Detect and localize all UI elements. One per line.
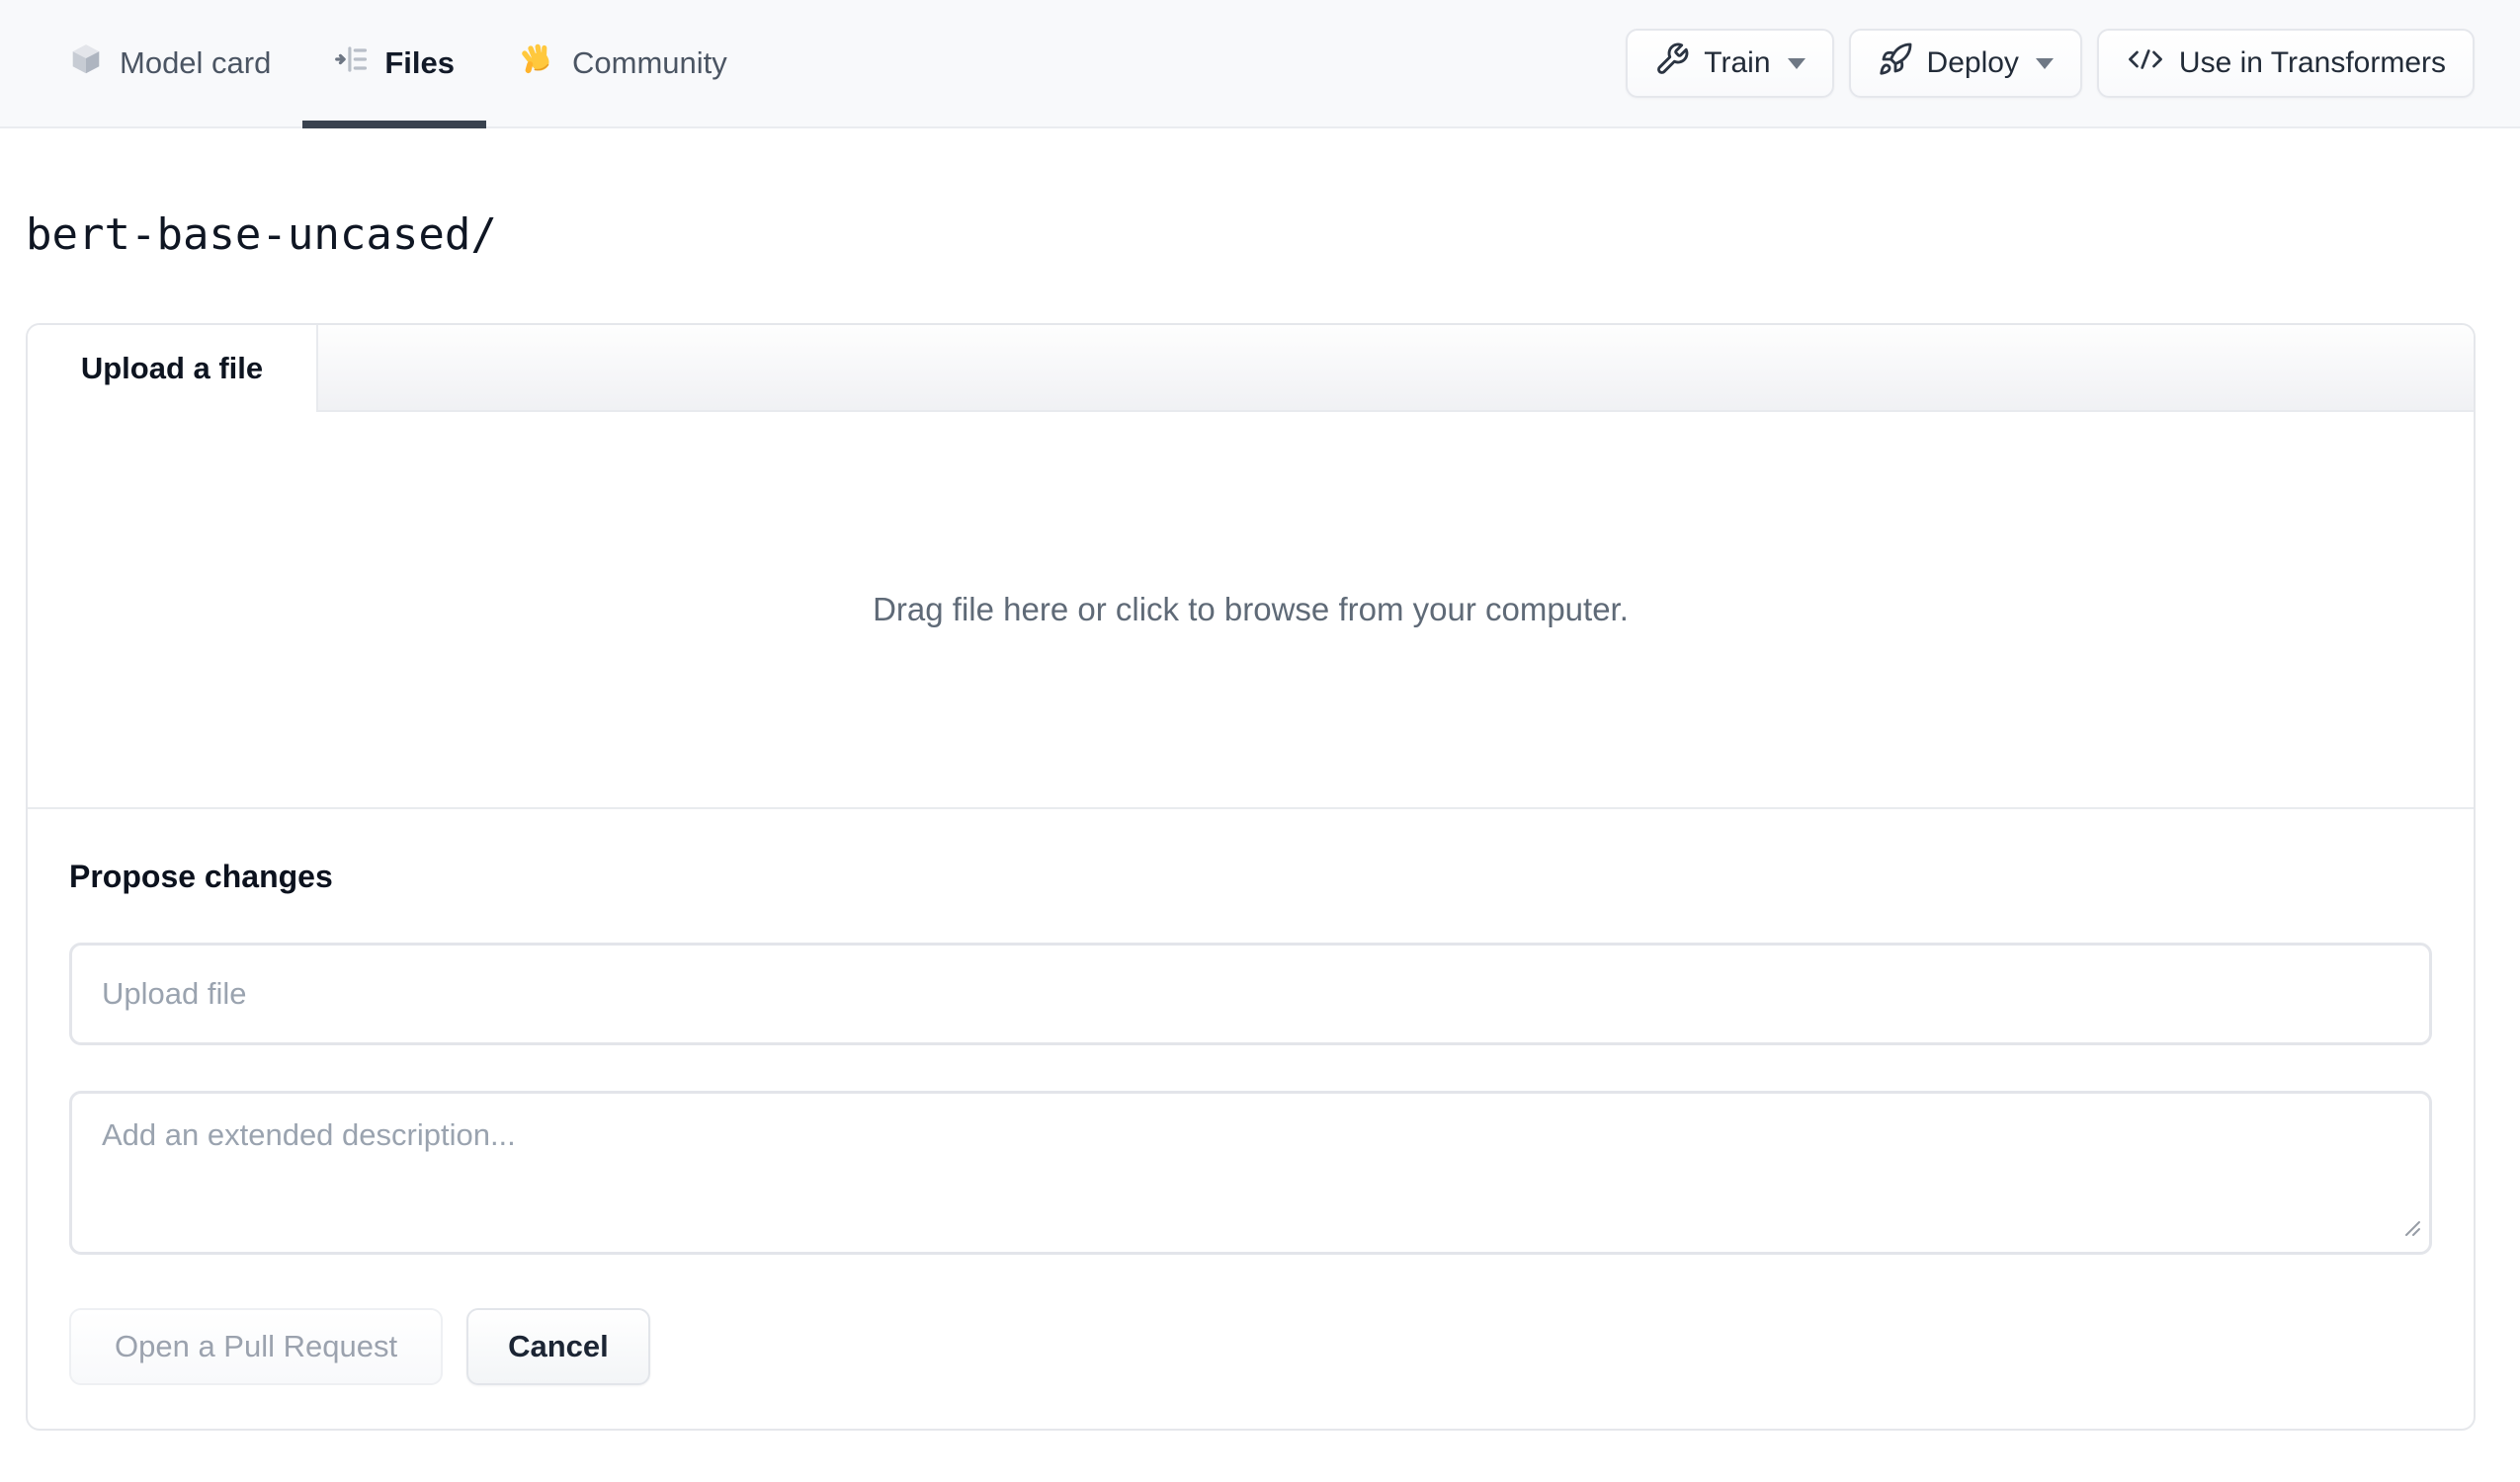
train-button[interactable]: Train — [1626, 29, 1834, 98]
propose-changes-heading: Propose changes — [69, 859, 333, 894]
file-dropzone[interactable]: Drag file here or click to browse from y… — [28, 412, 2474, 809]
open-pull-request-button[interactable]: Open a Pull Request — [69, 1308, 444, 1385]
button-label: Train — [1704, 46, 1771, 79]
tab-files[interactable]: Files — [302, 0, 487, 128]
repo-action-buttons: Train Deploy Use in Transformers — [1626, 0, 2475, 126]
active-tab-underline — [302, 121, 487, 128]
files-list-icon — [334, 41, 370, 85]
wrench-icon — [1654, 41, 1690, 85]
chevron-down-icon — [2035, 57, 2054, 69]
rocket-icon — [1878, 41, 1913, 85]
use-in-transformers-button[interactable]: Use in Transformers — [2096, 29, 2475, 98]
upload-panel: Upload a file Drag file here or click to… — [26, 323, 2476, 1431]
extended-description-textarea[interactable] — [69, 1091, 2432, 1255]
upload-filename-input[interactable] — [69, 943, 2432, 1045]
cancel-button[interactable]: Cancel — [466, 1308, 650, 1385]
button-label: Deploy — [1926, 46, 2019, 79]
tab-label: Upload a file — [80, 351, 264, 385]
tab-label: Community — [572, 45, 727, 80]
code-icon — [2126, 42, 2165, 84]
button-label: Use in Transformers — [2178, 46, 2446, 79]
tab-model-card[interactable]: Model card — [36, 0, 302, 126]
resize-handle-icon[interactable] — [2400, 1216, 2422, 1243]
deploy-button[interactable]: Deploy — [1848, 29, 2082, 98]
tabstrip-filler — [318, 325, 2474, 412]
tab-label: Model card — [120, 45, 272, 80]
dropzone-hint-text: Drag file here or click to browse from y… — [873, 591, 1629, 627]
tab-upload-a-file[interactable]: Upload a file — [28, 325, 318, 412]
repo-tab-bar: Model card Files Community Train Deploy … — [0, 0, 2520, 128]
tab-community[interactable]: Community — [486, 0, 759, 126]
breadcrumb[interactable]: bert-base-uncased/ — [26, 209, 2476, 260]
tab-label: Files — [384, 45, 456, 80]
form-actions: Open a Pull Request Cancel — [69, 1308, 2432, 1385]
propose-changes-section: Propose changes Open a Pull Request Canc… — [28, 809, 2474, 1429]
chevron-down-icon — [1787, 57, 1806, 69]
description-field-wrapper — [69, 1091, 2432, 1255]
cube-icon — [67, 41, 105, 86]
waving-hand-icon — [518, 40, 557, 87]
main-content: bert-base-uncased/ Upload a file Drag fi… — [0, 209, 2520, 1431]
upload-panel-tabstrip: Upload a file — [28, 325, 2474, 412]
